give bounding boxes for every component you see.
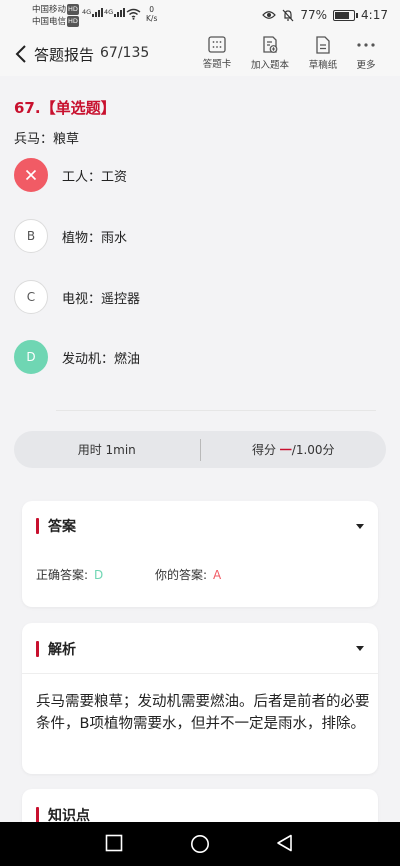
- carrier-2: 中国电信 HD: [32, 16, 79, 28]
- score-total: /1.00分: [291, 443, 335, 457]
- stats-bar: 用时 1min 得分 一/1.00分: [14, 431, 386, 468]
- section-marker: [36, 641, 39, 657]
- time-used: 用时 1min: [77, 443, 136, 457]
- hd-badge: HD: [67, 16, 79, 27]
- speed-value: 0: [149, 5, 155, 14]
- network-type-2: 4G: [104, 8, 114, 16]
- question-stem: 兵马：粮草: [14, 132, 80, 147]
- battery-icon: [333, 9, 359, 21]
- score-value: 一: [279, 443, 292, 457]
- analysis-card-title: 解析: [48, 642, 76, 658]
- speed-unit: K/s: [146, 14, 158, 23]
- analysis-text: 兵马需要粮草；发动机需要燃油。后者是前者的必要条件，B项植物需要水，但并不一定是…: [36, 694, 370, 732]
- network-type-1: 4G: [82, 8, 92, 16]
- answer-sheet-button[interactable]: 答题卡: [195, 36, 239, 70]
- battery-percent: 77%: [300, 8, 328, 22]
- clock: 4:17: [361, 8, 388, 22]
- system-nav-bar: [0, 822, 400, 866]
- your-answer-value: A: [213, 568, 222, 582]
- signal-icon: 4G: [104, 8, 126, 17]
- draft-paper-button[interactable]: 草稿纸: [301, 36, 345, 71]
- card-divider: [22, 673, 378, 674]
- option-c[interactable]: C 电视：遥控器: [14, 280, 374, 314]
- answer-sheet-label: 答题卡: [202, 59, 232, 70]
- carrier-1: 中国移动 HD: [32, 4, 79, 16]
- mute-bell-icon: [282, 9, 294, 21]
- caret-down-icon[interactable]: [356, 646, 364, 651]
- draft-paper-label: 草稿纸: [308, 60, 338, 71]
- more-icon: [357, 43, 375, 47]
- caret-down-icon[interactable]: [356, 524, 364, 529]
- your-answer: 你的答案: A: [155, 566, 221, 583]
- option-b[interactable]: B 植物：雨水: [14, 219, 374, 253]
- option-d[interactable]: D 发动机：燃油: [14, 340, 374, 374]
- page-title: 答题报告: [34, 46, 95, 64]
- signal-icon: 4G: [82, 8, 104, 17]
- correct-answer: 正确答案: D: [36, 566, 103, 583]
- nav-back-icon[interactable]: [276, 834, 294, 852]
- option-c-letter: C: [14, 280, 48, 314]
- wifi-icon: [126, 8, 141, 20]
- eye-icon: [262, 11, 277, 19]
- option-b-letter: B: [14, 219, 48, 253]
- wrong-icon: [14, 158, 48, 192]
- option-a[interactable]: 工人：工资: [14, 158, 374, 192]
- correct-answer-value: D: [94, 568, 104, 582]
- more-button[interactable]: 更多: [344, 36, 388, 71]
- score-label: 得分: [251, 443, 276, 457]
- option-d-text: 发动机：燃油: [62, 351, 141, 367]
- add-notebook-icon: [263, 36, 278, 53]
- question-number: 67.【单选题】: [14, 99, 116, 117]
- score: 得分 一/1.00分: [201, 441, 387, 458]
- question-progress: 67/135: [100, 45, 150, 61]
- option-b-text: 植物：雨水: [62, 230, 128, 246]
- carrier-2-label: 中国电信: [32, 17, 67, 27]
- draft-paper-icon: [316, 36, 330, 54]
- network-speed: 0 K/s: [146, 5, 157, 23]
- back-arrow-icon[interactable]: [14, 44, 28, 64]
- section-marker: [36, 518, 39, 534]
- home-icon[interactable]: [190, 834, 210, 854]
- section-marker: [36, 807, 39, 823]
- hd-badge: HD: [67, 4, 79, 15]
- correct-answer-label: 正确答案:: [36, 568, 89, 582]
- status-right: 77% 4:17: [262, 8, 388, 22]
- your-answer-label: 你的答案:: [155, 568, 208, 582]
- header: 答题报告 67/135 答题卡 加入题本 草稿纸 更多: [0, 32, 400, 76]
- add-notebook-button[interactable]: 加入题本: [248, 36, 292, 71]
- option-d-letter: D: [14, 340, 48, 374]
- option-a-text: 工人：工资: [62, 169, 128, 185]
- answer-card-title: 答案: [48, 519, 76, 535]
- option-c-text: 电视：遥控器: [62, 291, 141, 307]
- answer-sheet-icon: [208, 36, 226, 53]
- more-label: 更多: [356, 60, 376, 71]
- carrier-1-label: 中国移动: [32, 5, 67, 15]
- status-bar: 中国移动 HD 中国电信 HD 4G 4G 0 K/s 77% 4:17: [0, 0, 400, 32]
- add-notebook-label: 加入题本: [250, 60, 289, 71]
- divider: [56, 410, 376, 411]
- recent-apps-icon[interactable]: [105, 834, 123, 852]
